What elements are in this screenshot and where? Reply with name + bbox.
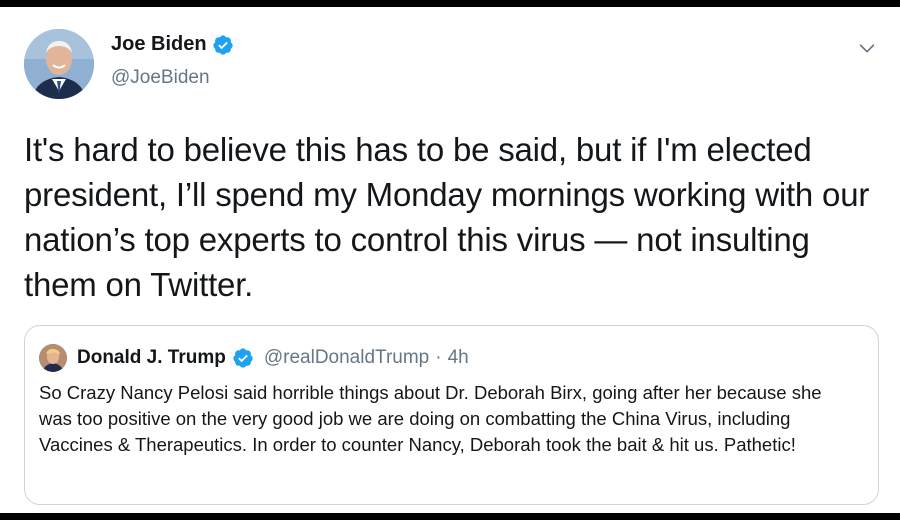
quoted-separator: · xyxy=(435,347,442,368)
quoted-display-name[interactable]: Donald J. Trump xyxy=(77,347,226,369)
quoted-tweet-text: So Crazy Nancy Pelosi said horrible thin… xyxy=(39,382,822,455)
chevron-down-icon[interactable] xyxy=(856,37,878,59)
author-display-name[interactable]: Joe Biden xyxy=(111,33,207,56)
tweet-text: It's hard to believe this has to be said… xyxy=(24,131,870,303)
avatar-image xyxy=(24,29,94,99)
quoted-handle[interactable]: @realDonaldTrump xyxy=(264,347,429,369)
quoted-tweet-header: Donald J. Trump @realDonaldTrump · 4h xyxy=(39,344,469,372)
verified-badge-icon xyxy=(233,348,253,368)
quoted-timestamp[interactable]: 4h xyxy=(448,347,469,369)
avatar[interactable] xyxy=(24,29,94,99)
quoted-avatar-image xyxy=(39,344,67,372)
tweet-card: Joe Biden @JoeBiden It's hard to believe… xyxy=(0,7,900,513)
verified-badge-icon xyxy=(212,34,233,55)
author-handle[interactable]: @JoeBiden xyxy=(111,67,210,89)
author-name-row[interactable]: Joe Biden xyxy=(111,33,234,56)
quoted-tweet[interactable]: Donald J. Trump @realDonaldTrump · 4h So… xyxy=(24,325,879,505)
quoted-avatar[interactable] xyxy=(39,344,67,372)
